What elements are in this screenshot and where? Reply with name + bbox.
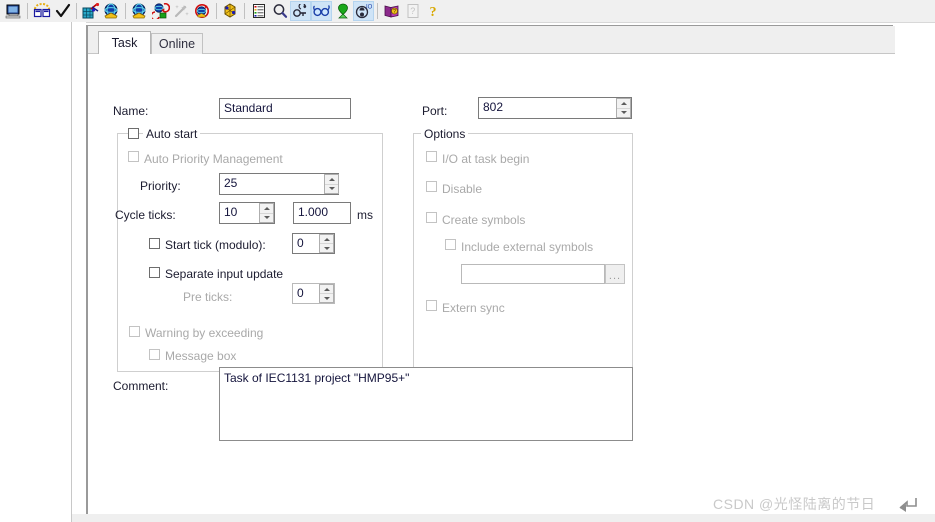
- toggle-free-run-icon[interactable]: [290, 1, 311, 21]
- svg-text:?: ?: [429, 5, 436, 19]
- extern-sync-label: Extern sync: [442, 301, 505, 315]
- login-user-icon[interactable]: IO: [353, 1, 374, 21]
- priority-spin-down[interactable]: [325, 185, 338, 194]
- toolbar-separator: [377, 3, 378, 19]
- create-symbols-checkbox[interactable]: [426, 212, 437, 223]
- toolbar-separator: [27, 3, 28, 19]
- warning-exceeding-label: Warning by exceeding: [145, 326, 264, 340]
- port-spin-up[interactable]: [617, 99, 630, 109]
- name-label: Name:: [113, 104, 149, 118]
- pre-ticks-spin-down[interactable]: [320, 294, 333, 302]
- browse-button[interactable]: ...: [605, 264, 625, 284]
- toolbar-separator: [216, 3, 217, 19]
- activate-config-icon[interactable]: [101, 1, 122, 21]
- disable-label: Disable: [442, 182, 483, 196]
- check-mark-icon[interactable]: [52, 1, 73, 21]
- toolbar-separator: [76, 3, 77, 19]
- disable-checkbox[interactable]: [426, 181, 437, 192]
- cycle-ticks-spinner[interactable]: [259, 203, 274, 223]
- magic-wand-icon[interactable]: [171, 1, 192, 21]
- priority-input[interactable]: 25: [219, 173, 339, 195]
- bottom-strip: [72, 514, 935, 522]
- comment-textarea[interactable]: Task of IEC1131 project "HMP95+": [219, 367, 633, 441]
- auto-start-label: Auto start: [143, 128, 201, 140]
- include-external-label: Include external symbols: [461, 240, 594, 254]
- help-question-icon[interactable]: ?: [423, 1, 444, 21]
- create-symbols-label: Create symbols: [442, 213, 526, 227]
- build-project-icon[interactable]: [80, 1, 101, 21]
- task-document-window: Task Online Name: Standard Port: 802 Aut…: [86, 25, 895, 517]
- start-tick-label: Start tick (modulo):: [165, 238, 266, 252]
- priority-label: Priority:: [140, 179, 181, 193]
- help-page-icon[interactable]: ?: [402, 1, 423, 21]
- csdn-watermark: CSDN @光怪陆离的节日: [713, 496, 876, 512]
- cycle-ticks-spin-up[interactable]: [260, 204, 273, 214]
- tab-online[interactable]: Online: [151, 33, 203, 54]
- pre-ticks-spin-up[interactable]: [320, 285, 333, 294]
- auto-start-checkbox[interactable]: [128, 128, 139, 139]
- watch-glasses-icon[interactable]: [311, 1, 332, 21]
- link-variables-icon[interactable]: [220, 1, 241, 21]
- cycle-time-unit-label: ms: [357, 208, 373, 222]
- mouse-cursor: [897, 497, 919, 520]
- include-external-checkbox[interactable]: [445, 239, 456, 250]
- separate-input-checkbox[interactable]: [149, 267, 160, 278]
- name-input[interactable]: Standard: [219, 98, 351, 119]
- toolbar-separator: [244, 3, 245, 19]
- start-tick-spin-down[interactable]: [320, 244, 333, 252]
- priority-spinner[interactable]: [324, 174, 339, 194]
- symbols-path-input[interactable]: [461, 264, 605, 284]
- reload-devices-icon[interactable]: [150, 1, 171, 21]
- task-tab-page: Name: Standard Port: 802 Auto start Auto…: [88, 54, 895, 517]
- tab-strip: Task Online: [88, 26, 895, 54]
- io-at-task-begin-checkbox[interactable]: [426, 151, 437, 162]
- toolbar-separator: [125, 3, 126, 19]
- tab-task[interactable]: Task: [98, 31, 151, 54]
- port-spin-down[interactable]: [617, 109, 630, 118]
- port-spinner[interactable]: [616, 98, 631, 118]
- compare-windows-icon[interactable]: [31, 1, 52, 21]
- cycle-ticks-spin-down[interactable]: [260, 214, 273, 223]
- extern-sync-checkbox[interactable]: [426, 300, 437, 311]
- left-gutter: [0, 22, 68, 522]
- main-toolbar: IO ? ? ?: [0, 0, 935, 23]
- message-box-label: Message box: [165, 349, 237, 363]
- svg-text:?: ?: [410, 6, 415, 16]
- save-monitor-icon[interactable]: [3, 1, 24, 21]
- logger-list-icon[interactable]: [248, 1, 269, 21]
- start-tick-checkbox[interactable]: [149, 238, 160, 249]
- port-label: Port:: [422, 104, 448, 118]
- start-tick-spin-up[interactable]: [320, 235, 333, 244]
- auto-priority-checkbox[interactable]: [128, 151, 139, 162]
- start-tick-spinner[interactable]: [319, 234, 334, 253]
- restart-target-icon[interactable]: [192, 1, 213, 21]
- cycle-ticks-label: Cycle ticks:: [115, 208, 176, 222]
- tab-task-label: Task: [111, 36, 138, 50]
- help-book-icon[interactable]: ?: [381, 1, 402, 21]
- svg-text:?: ?: [393, 9, 396, 15]
- message-box-checkbox[interactable]: [149, 349, 160, 360]
- svg-text:IO: IO: [366, 5, 373, 11]
- pin-green-icon[interactable]: [332, 1, 353, 21]
- globe-blue-icon[interactable]: [129, 1, 150, 21]
- separate-input-label: Separate input update: [165, 267, 284, 281]
- options-group-label: Options: [421, 128, 469, 140]
- search-magnifier-icon[interactable]: [269, 1, 290, 21]
- warning-exceeding-checkbox[interactable]: [129, 326, 140, 337]
- io-at-task-begin-label: I/O at task begin: [442, 152, 530, 166]
- comment-label: Comment:: [113, 379, 169, 393]
- priority-spin-up[interactable]: [325, 175, 338, 185]
- port-input[interactable]: 802: [478, 97, 632, 119]
- tab-online-label: Online: [158, 37, 196, 51]
- cycle-time-input[interactable]: 1.000: [293, 202, 351, 224]
- pre-ticks-label: Pre ticks:: [183, 290, 233, 304]
- pre-ticks-spinner[interactable]: [319, 284, 334, 303]
- gutter-spacer: [72, 22, 86, 522]
- auto-priority-label: Auto Priority Management: [144, 152, 283, 166]
